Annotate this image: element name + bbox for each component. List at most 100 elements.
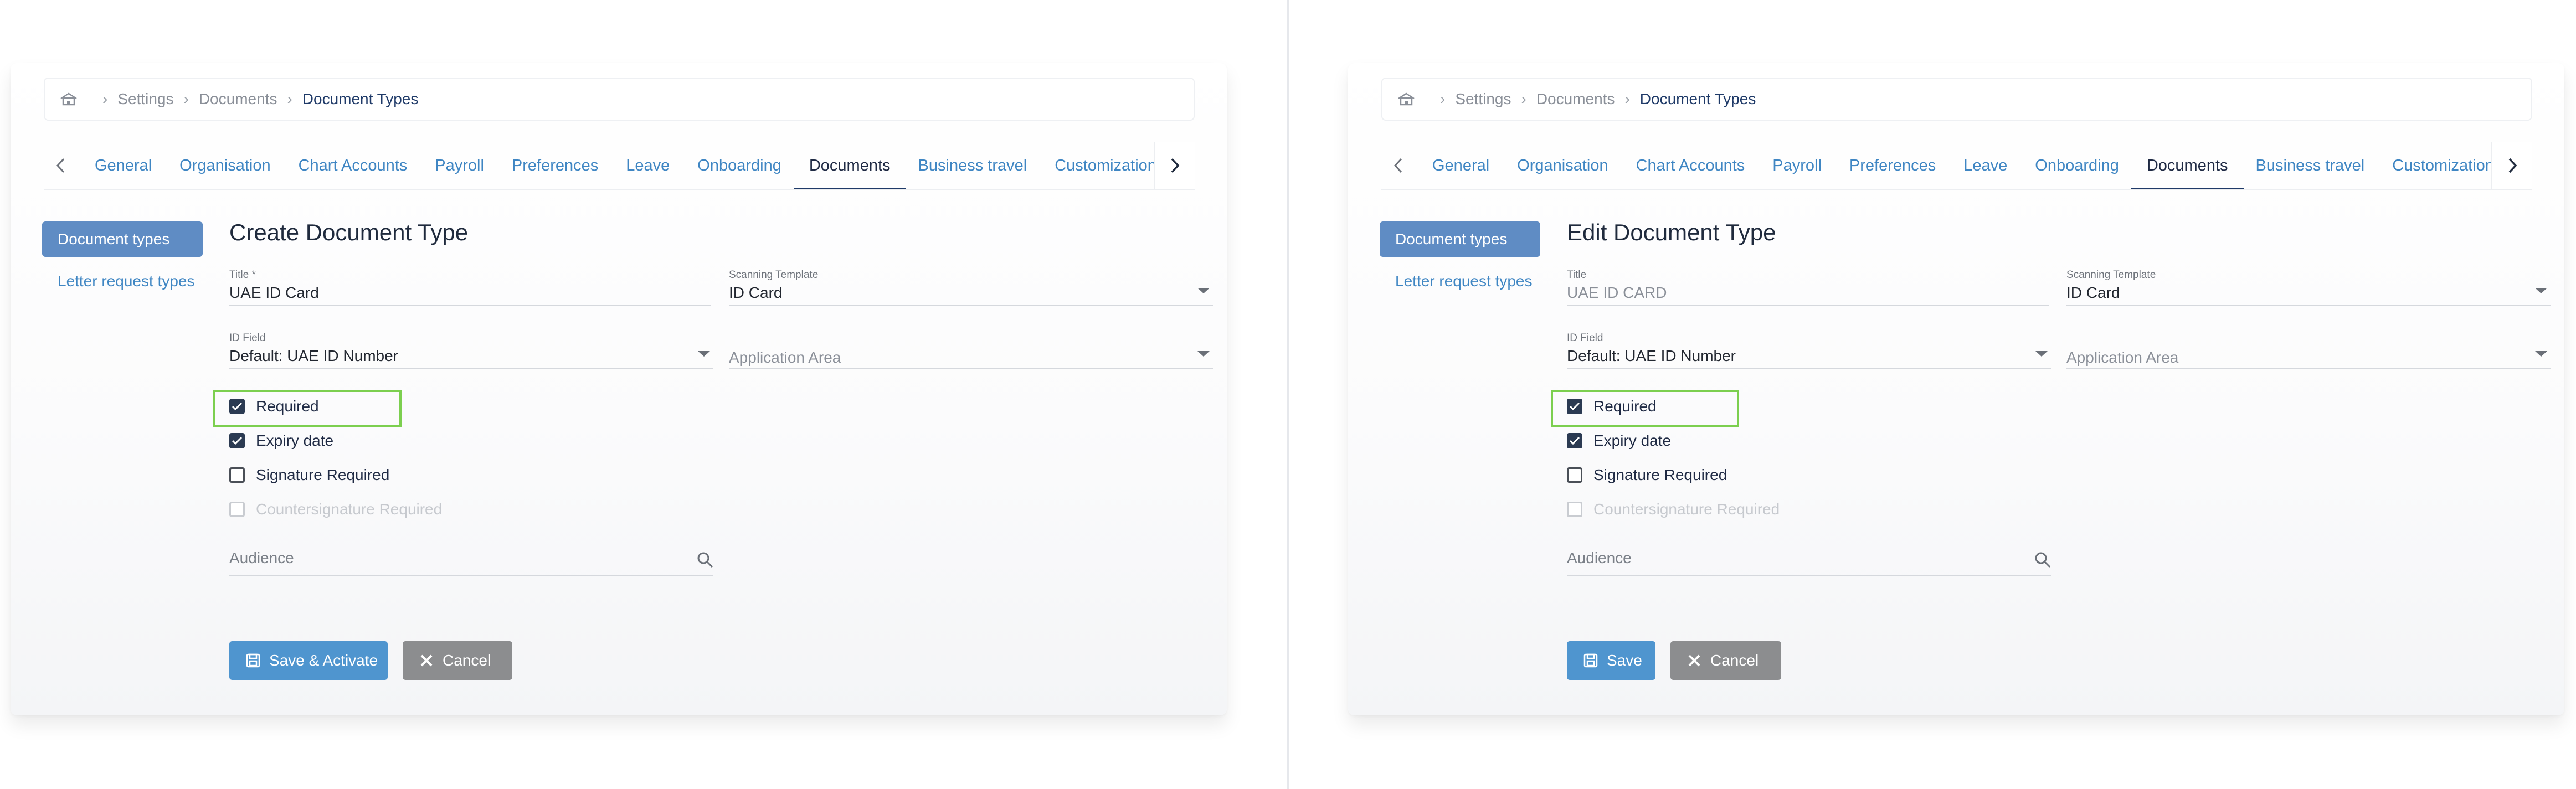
- tab-payroll[interactable]: Payroll: [435, 142, 484, 189]
- countersignature-required-label: Countersignature Required: [1593, 501, 1780, 518]
- signature-required-checkbox[interactable]: Signature Required: [229, 466, 389, 484]
- tab-general[interactable]: General: [1432, 142, 1489, 189]
- sidebar-item-document-types[interactable]: Document types: [1380, 221, 1540, 257]
- tab-customization[interactable]: Customization: [1055, 142, 1156, 189]
- id-field-value: Default: UAE ID Number: [229, 347, 398, 364]
- check-icon[interactable]: [1567, 399, 1582, 414]
- chevron-right-icon: ›: [1521, 90, 1526, 107]
- cancel-button[interactable]: Cancel: [1670, 641, 1781, 680]
- scanning-template-label: Scanning Template: [2066, 269, 2156, 281]
- app-screenshot: › Settings › Documents › Document Types …: [0, 0, 2576, 789]
- scanning-template-label: Scanning Template: [729, 269, 819, 281]
- sidebar-item-letter-request-types[interactable]: Letter request types: [1395, 272, 1532, 290]
- tab-preferences[interactable]: Preferences: [1849, 142, 1936, 189]
- check-icon[interactable]: [229, 433, 245, 448]
- tab-documents[interactable]: Documents: [793, 142, 906, 189]
- home-icon[interactable]: [1397, 92, 1416, 106]
- breadcrumb-current: Document Types: [302, 90, 419, 107]
- tab-documents[interactable]: Documents: [2131, 142, 2244, 189]
- chevron-right-icon: ›: [102, 90, 108, 107]
- required-checkbox[interactable]: Required: [229, 398, 319, 415]
- settings-card: › Settings › Documents › Document Types …: [1348, 63, 2564, 715]
- audience-input[interactable]: Audience: [229, 549, 713, 576]
- save-activate-label: Save & Activate: [269, 652, 378, 669]
- save-icon: [246, 653, 260, 668]
- checkbox-empty[interactable]: [1567, 467, 1582, 483]
- breadcrumb-item-settings[interactable]: Settings: [1455, 90, 1511, 108]
- chevron-right-icon[interactable]: [1154, 142, 1195, 189]
- chevron-left-icon[interactable]: [1392, 154, 1405, 177]
- breadcrumb-item-settings[interactable]: Settings: [117, 90, 173, 108]
- close-icon: [420, 654, 433, 667]
- tab-preferences[interactable]: Preferences: [512, 142, 598, 189]
- expiry-date-label: Expiry date: [256, 432, 334, 449]
- tab-organisation[interactable]: Organisation: [1517, 142, 1608, 189]
- tab-chart-accounts[interactable]: Chart Accounts: [1636, 142, 1745, 189]
- expiry-date-label: Expiry date: [1593, 432, 1672, 449]
- tab-leave[interactable]: Leave: [626, 142, 670, 189]
- breadcrumb-current: Document Types: [1639, 90, 1756, 107]
- signature-required-label: Signature Required: [1593, 466, 1727, 483]
- caret-down-icon: [1197, 288, 1210, 293]
- sidebar-item-letter-request-types[interactable]: Letter request types: [58, 272, 194, 290]
- audience-placeholder: Audience: [1567, 549, 1632, 566]
- chevron-right-icon[interactable]: [2491, 142, 2532, 189]
- title-value[interactable]: UAE ID Card: [229, 284, 319, 302]
- title-field[interactable]: Title * UAE ID Card: [229, 269, 711, 306]
- id-field-select[interactable]: ID Field Default: UAE ID Number: [1567, 332, 2051, 369]
- check-icon[interactable]: [229, 399, 245, 414]
- breadcrumb-item-documents[interactable]: Documents: [199, 90, 277, 108]
- tab-leave[interactable]: Leave: [1963, 142, 2007, 189]
- checkbox-empty[interactable]: [229, 467, 245, 483]
- audience-input[interactable]: Audience: [1567, 549, 2051, 576]
- chevron-right-icon: ›: [1440, 90, 1446, 107]
- breadcrumb: › Settings › Documents › Document Types: [1381, 78, 2532, 121]
- save-activate-button[interactable]: Save & Activate: [229, 641, 388, 680]
- caret-down-icon: [698, 351, 710, 357]
- cancel-button[interactable]: Cancel: [403, 641, 512, 680]
- countersignature-required-label: Countersignature Required: [256, 501, 443, 518]
- required-checkbox[interactable]: Required: [1567, 398, 1657, 415]
- search-icon[interactable]: [2034, 551, 2051, 568]
- breadcrumb-item-documents[interactable]: Documents: [1536, 90, 1615, 108]
- tab-chart-accounts[interactable]: Chart Accounts: [299, 142, 408, 189]
- title-label: Title *: [229, 269, 256, 281]
- tab-business-travel[interactable]: Business travel: [918, 142, 1027, 189]
- scanning-template-select[interactable]: Scanning Template ID Card: [2066, 269, 2551, 306]
- settings-tabs: General Organisation Chart Accounts Payr…: [1381, 142, 2532, 190]
- signature-required-label: Signature Required: [256, 466, 390, 483]
- id-field-select[interactable]: ID Field Default: UAE ID Number: [229, 332, 713, 369]
- cancel-label: Cancel: [443, 652, 491, 669]
- chevron-left-icon[interactable]: [55, 154, 67, 177]
- tab-customization[interactable]: Customization: [2392, 142, 2494, 189]
- signature-required-checkbox[interactable]: Signature Required: [1567, 466, 1727, 484]
- save-button[interactable]: Save: [1567, 641, 1655, 680]
- checkbox-disabled: [229, 502, 245, 517]
- tab-onboarding[interactable]: Onboarding: [697, 142, 781, 189]
- page-title: Edit Document Type: [1567, 219, 1776, 245]
- tab-payroll[interactable]: Payroll: [1772, 142, 1822, 189]
- panel-create: › Settings › Documents › Document Types …: [11, 0, 1247, 789]
- check-icon[interactable]: [1567, 433, 1582, 448]
- application-area-select[interactable]: Application Area: [2066, 332, 2551, 369]
- settings-tabs: General Organisation Chart Accounts Payr…: [44, 142, 1195, 190]
- expiry-date-checkbox[interactable]: Expiry date: [1567, 432, 1671, 450]
- settings-card: › Settings › Documents › Document Types …: [11, 63, 1227, 715]
- scanning-template-select[interactable]: Scanning Template ID Card: [729, 269, 1213, 306]
- cancel-label: Cancel: [1710, 652, 1759, 669]
- tab-onboarding[interactable]: Onboarding: [2035, 142, 2119, 189]
- caret-down-icon: [2535, 288, 2547, 293]
- caret-down-icon: [1197, 351, 1210, 357]
- tab-business-travel[interactable]: Business travel: [2256, 142, 2365, 189]
- sidebar-item-document-types[interactable]: Document types: [42, 221, 203, 257]
- required-label: Required: [1593, 398, 1657, 415]
- countersignature-required-checkbox: Countersignature Required: [229, 501, 442, 518]
- breadcrumb: › Settings › Documents › Document Types: [44, 78, 1195, 121]
- application-area-select[interactable]: Application Area: [729, 332, 1213, 369]
- home-icon[interactable]: [59, 92, 78, 106]
- tab-general[interactable]: General: [95, 142, 152, 189]
- tab-organisation[interactable]: Organisation: [179, 142, 270, 189]
- expiry-date-checkbox[interactable]: Expiry date: [229, 432, 333, 450]
- chevron-right-icon: ›: [1624, 90, 1630, 107]
- search-icon[interactable]: [697, 551, 713, 568]
